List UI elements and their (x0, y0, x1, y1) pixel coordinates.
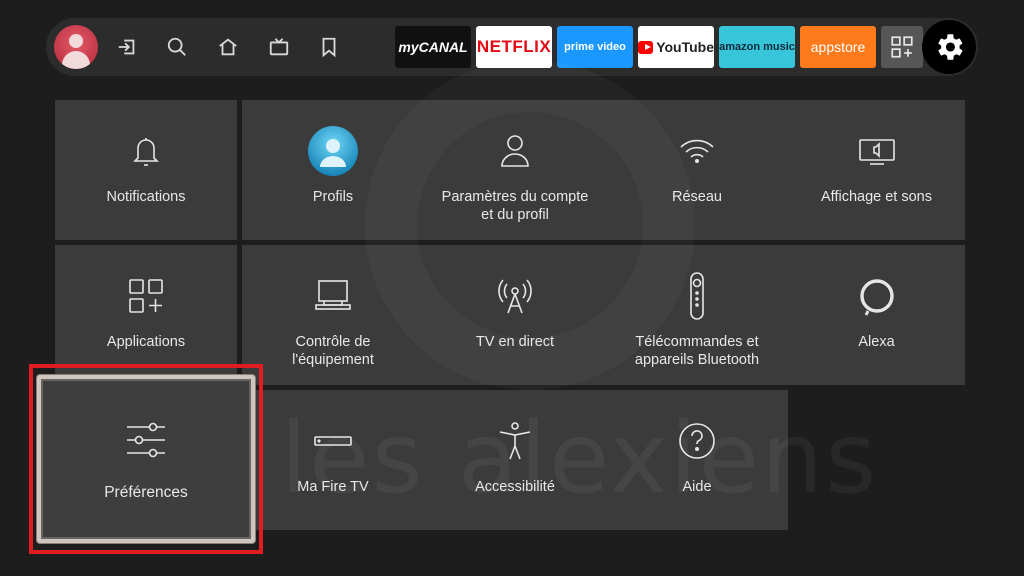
tile-my-fire-tv[interactable]: Ma Fire TV (242, 390, 424, 530)
tile-label: Applications (106, 334, 186, 350)
tile-alexa[interactable]: Alexa (788, 245, 965, 385)
tile-account-settings[interactable]: Paramètres du compte et du profil (424, 100, 606, 240)
tile-label: Affichage et sons (821, 189, 932, 205)
search-icon[interactable] (162, 32, 192, 62)
tile-label: Profils (312, 189, 354, 205)
all-apps-icon[interactable] (881, 26, 923, 68)
tile-notifications[interactable]: Notifications (55, 100, 237, 240)
tile-label: Contrôle de l'équipement (292, 334, 374, 368)
tile-label: Notifications (106, 189, 186, 205)
tile-accessibility[interactable]: Accessibilité (424, 390, 606, 530)
tile-profiles[interactable]: Profils (242, 100, 424, 240)
tile-label: TV en direct (475, 334, 555, 350)
tile-display-sounds[interactable]: Affichage et sons (788, 100, 965, 240)
apps-grid-icon (55, 275, 237, 317)
tile-label: Alexa (858, 334, 895, 350)
tile-remotes-bluetooth[interactable]: Télécommandes et appareils Bluetooth (606, 245, 788, 385)
app-appstore[interactable]: appstore (800, 26, 876, 68)
tile-label: Télécommandes et appareils Bluetooth (634, 334, 760, 368)
app-mycanal[interactable]: myCANAL (395, 26, 471, 68)
tile-device-control[interactable]: Contrôle de l'équipement (242, 245, 424, 385)
bookmark-icon[interactable] (314, 32, 344, 62)
fire-tv-box-icon (242, 420, 424, 462)
tile-help[interactable]: Aide (606, 390, 788, 530)
app-prime-video[interactable]: prime video (557, 26, 633, 68)
youtube-play-icon (638, 40, 654, 54)
profile-avatar-icon (242, 126, 424, 176)
bell-icon (55, 130, 237, 172)
tile-network[interactable]: Réseau (606, 100, 788, 240)
alexa-ring-icon (788, 275, 965, 317)
input-icon[interactable] (112, 32, 142, 62)
wifi-icon (606, 130, 788, 172)
app-netflix[interactable]: NETFLIX (476, 26, 552, 68)
sliders-icon (41, 419, 251, 461)
tile-label: Paramètres du compte et du profil (441, 189, 589, 223)
tile-live-tv[interactable]: TV en direct (424, 245, 606, 385)
app-youtube[interactable]: YouTube (638, 26, 714, 68)
live-tv-icon[interactable] (264, 32, 294, 62)
top-navigation-bar: myCANAL NETFLIX prime video YouTube amaz… (46, 18, 978, 76)
home-icon[interactable] (213, 32, 243, 62)
tile-label: Aide (682, 479, 712, 495)
accessibility-icon (424, 420, 606, 462)
remote-icon (606, 272, 788, 320)
tv-sound-icon (788, 130, 965, 172)
tile-label: Ma Fire TV (297, 479, 369, 495)
settings-gear-icon[interactable] (922, 20, 976, 74)
youtube-label: YouTube (656, 39, 714, 55)
monitor-icon (242, 275, 424, 317)
antenna-icon (424, 275, 606, 317)
tile-label: Préférences (104, 484, 188, 501)
person-icon (424, 130, 606, 172)
help-icon (606, 420, 788, 462)
app-amazon-music[interactable]: amazon music (719, 26, 795, 68)
tile-preferences[interactable]: Préférences (37, 375, 255, 543)
user-avatar[interactable] (54, 25, 98, 69)
tile-label: Accessibilité (475, 479, 555, 495)
tile-label: Réseau (672, 189, 722, 205)
